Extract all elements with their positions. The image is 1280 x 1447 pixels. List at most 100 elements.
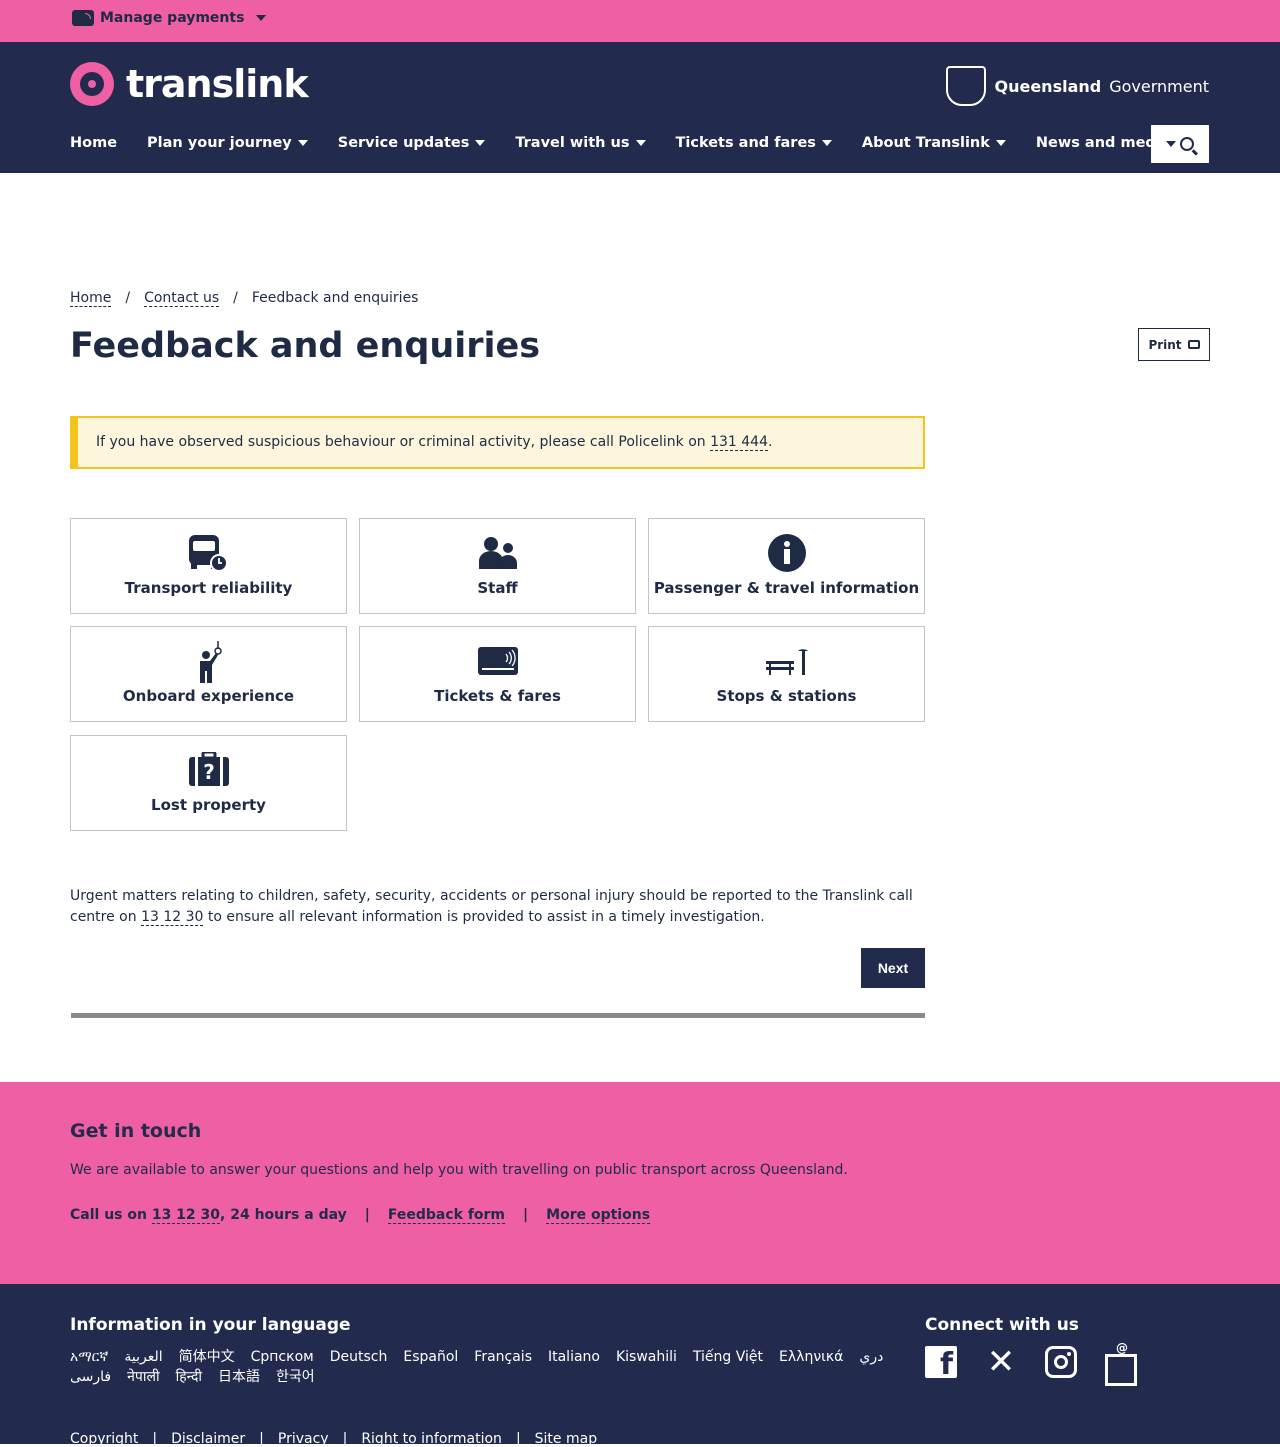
language-link[interactable]: فارسی [70, 1367, 111, 1387]
chevron-down-icon [1166, 141, 1176, 147]
queensland-government-logo[interactable]: Queensland Government [946, 66, 1209, 106]
tile-stops-stations[interactable]: Stops & stations [648, 626, 925, 722]
chevron-down-icon [821, 140, 832, 146]
copyright-link[interactable]: Copyright [70, 1431, 138, 1447]
nav-service-updates[interactable]: Service updates [338, 135, 486, 151]
alert-text: If you have observed suspicious behaviou… [96, 434, 711, 450]
policelink-alert: If you have observed suspicious behaviou… [70, 416, 925, 469]
tile-label: Lost property [151, 796, 266, 814]
tile-transport-reliability[interactable]: Transport reliability [70, 518, 347, 614]
tile-tickets-fares[interactable]: Tickets & fares [359, 626, 636, 722]
language-link[interactable]: नेपाली [127, 1367, 159, 1387]
policelink-phone-link[interactable]: 131 444 [710, 434, 768, 451]
manage-payments-button[interactable]: Manage payments [72, 10, 267, 26]
tile-label: Onboard experience [122, 687, 295, 705]
chevron-down-icon [475, 140, 486, 146]
language-link[interactable]: Español [403, 1347, 458, 1367]
manage-payments-label: Manage payments [100, 10, 245, 26]
privacy-link[interactable]: Privacy [278, 1431, 329, 1447]
language-link[interactable]: العربية [124, 1347, 162, 1367]
nav-tickets-and-fares[interactable]: Tickets and fares [676, 135, 832, 151]
tile-lost-property[interactable]: ? Lost property [70, 735, 347, 831]
breadcrumb-contact-us[interactable]: Contact us [144, 290, 220, 307]
instagram-icon[interactable] [1045, 1346, 1077, 1378]
info-icon [767, 534, 806, 572]
translink-logo[interactable]: translink [70, 62, 309, 106]
language-link[interactable]: 日本語 [218, 1367, 260, 1387]
separator: | [515, 1431, 521, 1447]
language-link[interactable]: 简体中文 [179, 1347, 235, 1367]
crest-icon [946, 66, 987, 106]
x-icon[interactable]: ✕ [985, 1345, 1017, 1379]
get-in-touch-section: Get in touch We are available to answer … [0, 1082, 1280, 1284]
breadcrumb-separator: / [125, 290, 131, 306]
tile-passenger-travel-information[interactable]: Passenger & travel information [648, 518, 925, 614]
chevron-down-icon [635, 140, 646, 146]
call-us-phone-link[interactable]: 13 12 30 [151, 1207, 221, 1224]
next-button[interactable]: Next [861, 948, 925, 988]
language-link[interactable]: 한국어 [276, 1367, 315, 1387]
card-icon [72, 10, 94, 26]
language-heading: Information in your language [70, 1315, 351, 1335]
separator: | [364, 1207, 370, 1223]
search-button[interactable] [1151, 125, 1209, 163]
call-us-text: Call us on 13 12 30, 24 hours a day [70, 1207, 347, 1224]
language-link[interactable]: हिन्दी [176, 1367, 202, 1387]
urgent-end: to ensure all relevant information is pr… [203, 909, 765, 925]
print-button[interactable]: Print [1138, 328, 1210, 361]
site-header: translink Queensland Government Home Pla… [0, 42, 1280, 173]
tile-onboard-experience[interactable]: Onboard experience [70, 626, 347, 722]
nav-about-translink[interactable]: About Translink [862, 135, 1006, 151]
top-bar: Manage payments [0, 0, 1280, 42]
language-link[interactable]: Français [474, 1347, 532, 1367]
bus-clock-icon [188, 535, 228, 572]
urgent-matters-text: Urgent matters relating to children, saf… [70, 886, 930, 928]
right-to-information-link[interactable]: Right to information [361, 1431, 502, 1447]
bench-icon [765, 649, 808, 675]
print-label: Print [1148, 337, 1182, 352]
nav-plan-your-journey[interactable]: Plan your journey [147, 135, 308, 151]
breadcrumb-current: Feedback and enquiries [251, 290, 419, 306]
feedback-form-link[interactable]: Feedback form [387, 1207, 506, 1224]
breadcrumb-separator: / [233, 290, 238, 306]
breadcrumb-home[interactable]: Home [70, 290, 112, 307]
staff-icon [478, 537, 517, 569]
disclaimer-link[interactable]: Disclaimer [171, 1431, 245, 1447]
call-centre-phone-link[interactable]: 13 12 30 [141, 909, 204, 926]
chevron-down-icon [995, 140, 1006, 146]
separator: | [152, 1431, 158, 1447]
language-link[interactable]: አማርኛ [70, 1347, 108, 1367]
tile-label: Staff [477, 579, 518, 597]
separator: | [342, 1431, 348, 1447]
language-links: አማርኛ العربية 简体中文 Српском Deutsch Españo… [70, 1347, 900, 1387]
language-link[interactable]: دري [859, 1347, 883, 1367]
tile-staff[interactable]: Staff [359, 518, 636, 614]
nav-home[interactable]: Home [70, 135, 117, 151]
search-icon [1180, 137, 1194, 151]
more-options-link[interactable]: More options [546, 1207, 651, 1224]
language-link[interactable]: Српском [251, 1347, 314, 1367]
site-footer: Information in your language አማርኛ العربي… [0, 1284, 1280, 1447]
tile-label: Stops & stations [716, 687, 857, 705]
language-link[interactable]: Tiếng Việt [693, 1347, 763, 1367]
facebook-icon[interactable] [925, 1346, 957, 1382]
site-map-link[interactable]: Site map [535, 1431, 597, 1447]
legal-links: Copyright | Disclaimer | Privacy | Right to… [70, 1431, 597, 1447]
breadcrumb: Home / Contact us / Feedback and enquiri… [70, 290, 418, 307]
tile-label: Passenger & travel information [653, 579, 920, 597]
tile-label: Tickets & fares [434, 687, 561, 705]
suitcase-question-icon: ? [188, 752, 229, 786]
language-link[interactable]: Italiano [548, 1347, 600, 1367]
get-in-touch-heading: Get in touch [70, 1120, 202, 1142]
contact-links: Call us on 13 12 30, 24 hours a day | Fe… [70, 1207, 651, 1224]
language-link[interactable]: Kiswahili [616, 1347, 677, 1367]
nav-travel-with-us[interactable]: Travel with us [515, 135, 646, 151]
language-link[interactable]: Deutsch [330, 1347, 388, 1367]
translink-logo-icon [70, 62, 114, 106]
chevron-down-icon [256, 15, 267, 21]
language-link[interactable]: Ελληνικά [779, 1347, 843, 1367]
main-nav: Home Plan your journey Service updates T… [70, 135, 1217, 151]
email-icon[interactable] [1105, 1341, 1137, 1386]
gov-rest: Government [1109, 76, 1209, 96]
progress-bar [71, 1013, 925, 1018]
